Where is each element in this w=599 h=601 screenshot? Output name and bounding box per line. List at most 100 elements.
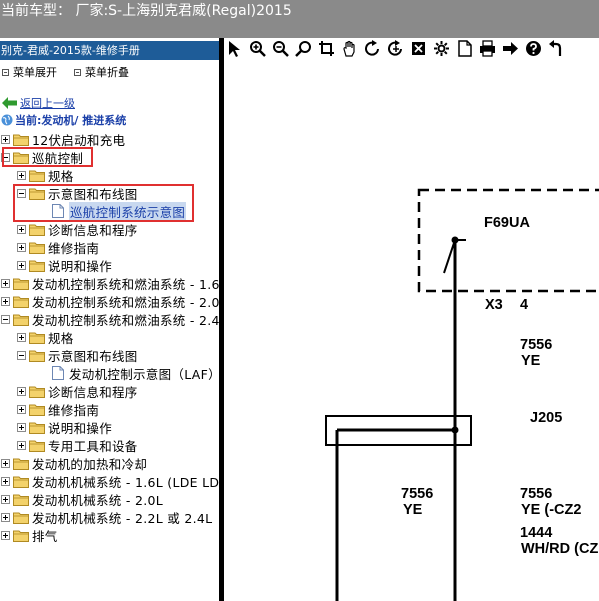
tree-node-label: 发动机机械系统 - 1.6L (LDE LDE) <box>32 474 220 490</box>
export-button[interactable] <box>501 39 520 58</box>
tree-node-label: 发动机机械系统 - 2.0L <box>32 492 164 508</box>
tree-node[interactable]: 维修指南 <box>0 238 220 256</box>
wire1-color: YE <box>521 353 541 369</box>
globe-icon <box>1 114 13 126</box>
pan-button[interactable] <box>340 39 359 58</box>
tree-node[interactable]: 诊断信息和程序 <box>0 382 220 400</box>
expand-toggle-icon[interactable] <box>17 386 26 396</box>
expand-toggle-icon[interactable] <box>17 422 26 432</box>
manual-header: 别克-君威-2015款-维修手册 <box>0 41 220 60</box>
collapse-icon <box>74 68 81 76</box>
folder-icon <box>13 476 29 488</box>
settings-button[interactable] <box>432 39 451 58</box>
tree-node[interactable]: 维修指南 <box>0 400 220 418</box>
folder-icon <box>13 314 29 326</box>
tree-node-label: 发动机控制系统和燃油系统 - 2.0L <box>32 294 220 310</box>
tree-node[interactable]: 发动机机械系统 - 2.2L 或 2.4L <box>0 508 220 526</box>
component-box <box>417 188 599 293</box>
zoom-out-button[interactable] <box>271 39 290 58</box>
expand-collapse-bar: 菜单展开 菜单折叠 <box>0 64 220 80</box>
tree-node[interactable]: 说明和操作 <box>0 256 220 274</box>
tree-node[interactable]: 规格 <box>0 328 220 346</box>
tree-node[interactable]: 发动机控制系统和燃油系统 - 1.6L <box>0 274 220 292</box>
expand-toggle-icon[interactable] <box>1 494 10 504</box>
folder-icon <box>29 242 45 254</box>
expand-toggle-icon[interactable] <box>17 242 26 252</box>
wire-left-number: 7556 <box>401 486 434 502</box>
rotate-button[interactable] <box>363 39 382 58</box>
collapse-toggle-icon[interactable] <box>1 314 10 324</box>
refresh-button[interactable] <box>386 39 405 58</box>
tree-node-label: 规格 <box>48 168 74 184</box>
tree-node-label: 维修指南 <box>48 402 100 418</box>
collapse-toggle-icon[interactable] <box>17 350 26 360</box>
print-icon <box>480 39 495 57</box>
back-icon <box>549 39 562 56</box>
expand-toggle-icon[interactable] <box>17 440 26 450</box>
tree-node[interactable]: 说明和操作 <box>0 418 220 436</box>
tree-node-label: 发动机机械系统 - 2.2L 或 2.4L <box>32 510 213 526</box>
tree-node[interactable]: 12伏启动和充电 <box>0 130 220 148</box>
expand-toggle-icon[interactable] <box>17 224 26 234</box>
expand-toggle-icon[interactable] <box>1 458 10 468</box>
folder-icon <box>29 224 45 236</box>
folder-icon <box>13 134 29 146</box>
print-button[interactable] <box>478 39 497 58</box>
tree-node[interactable]: 发动机机械系统 - 2.0L <box>0 490 220 508</box>
search-icon <box>295 40 311 57</box>
expand-toggle-icon[interactable] <box>1 278 10 288</box>
zoom-out-icon <box>273 40 289 57</box>
fit-icon <box>412 41 425 55</box>
folder-icon <box>13 458 29 470</box>
expand-toggle-icon[interactable] <box>17 170 26 180</box>
folder-icon <box>29 260 45 272</box>
tree-node[interactable]: 发动机的加热和冷却 <box>0 454 220 472</box>
expand-toggle-icon[interactable] <box>1 476 10 486</box>
wire-right-number: 7556 <box>520 486 553 502</box>
wire3-number: 1444 <box>520 525 553 541</box>
crop-button[interactable] <box>317 39 336 58</box>
tree-node[interactable]: 诊断信息和程序 <box>0 220 220 238</box>
tree-node-label: 说明和操作 <box>48 258 113 274</box>
switch-arm <box>443 239 456 274</box>
wire-right-color: YE (-CZ2 <box>521 502 582 518</box>
tree-node[interactable]: 示意图和布线图 <box>0 346 220 364</box>
expand-toggle-icon[interactable] <box>17 260 26 270</box>
splice-label: J205 <box>530 410 563 426</box>
expand-all-button[interactable]: 菜单展开 <box>2 64 57 80</box>
expand-toggle-icon[interactable] <box>17 404 26 414</box>
zoom-in-button[interactable] <box>248 39 267 58</box>
folder-icon <box>29 422 45 434</box>
folder-icon <box>29 350 45 362</box>
search-button[interactable] <box>294 39 313 58</box>
expand-icon <box>2 68 9 76</box>
back-button[interactable] <box>547 39 566 58</box>
tree-node[interactable]: 规格 <box>0 166 220 184</box>
expand-toggle-icon[interactable] <box>1 530 10 540</box>
help-button[interactable] <box>524 39 543 58</box>
expand-toggle-icon[interactable] <box>1 296 10 306</box>
tree-node[interactable]: 专用工具和设备 <box>0 436 220 454</box>
back-link[interactable]: 返回上一级 <box>2 96 75 110</box>
tree-node[interactable]: 发动机控制系统和燃油系统 - 2.0L <box>0 292 220 310</box>
select-button[interactable] <box>225 39 244 58</box>
fit-button[interactable] <box>409 39 428 58</box>
folder-icon <box>13 296 29 308</box>
tree-node-label: 发动机控制系统和燃油系统 - 1.6L <box>32 276 220 292</box>
folder-icon <box>29 386 45 398</box>
tree-node-label: 专用工具和设备 <box>48 438 138 454</box>
expand-toggle-icon[interactable] <box>1 512 10 522</box>
tree-node[interactable]: 发动机机械系统 - 1.6L (LDE LDE) <box>0 472 220 490</box>
crop-icon <box>319 40 334 56</box>
highlight-box-cruise-control <box>2 147 93 167</box>
folder-icon <box>13 512 29 524</box>
tree-node[interactable]: 排气 <box>0 526 220 544</box>
expand-toggle-icon[interactable] <box>1 134 10 144</box>
tree-node[interactable]: 发动机控制系统和燃油系统 - 2.4L <box>0 310 220 328</box>
page-button[interactable] <box>455 39 474 58</box>
tree-node[interactable]: 发动机控制示意图（LAF） <box>0 364 220 382</box>
collapse-all-button[interactable]: 菜单折叠 <box>74 64 129 80</box>
expand-toggle-icon[interactable] <box>17 332 26 342</box>
current-location-label: 当前:发动机/ 推进系统 <box>15 114 127 127</box>
title-bar: 当前车型： 厂家:S-上海别克君威(Regal)2015 <box>0 0 599 38</box>
